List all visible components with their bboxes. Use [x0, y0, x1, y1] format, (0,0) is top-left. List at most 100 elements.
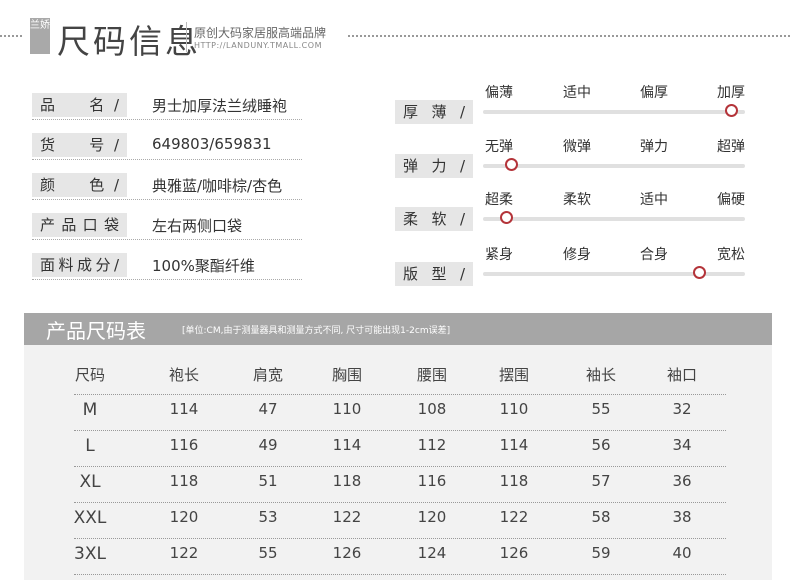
slider-option: 偏薄: [485, 85, 513, 101]
slider-option: 无弹: [485, 139, 513, 155]
property-slider-row: 弹力/无弹 微弹 弹力 超弹: [395, 139, 755, 184]
info-label: 颜 色/: [32, 173, 127, 197]
slider-option: 柔软: [563, 192, 591, 208]
slider-label: 柔软/: [395, 207, 473, 231]
table-cell: 114: [169, 400, 199, 418]
table-cell: 118: [332, 472, 362, 490]
table-cell: 56: [591, 436, 611, 454]
table-cell: 122: [499, 508, 529, 526]
table-cell: 118: [169, 472, 199, 490]
brand-tagline: 原创大码家居服高端品牌: [194, 26, 327, 40]
size-table-header-band: 产品尺码表 [单位:CM,由于测量器具和测量方式不同, 尺寸可能出现1-2cm误…: [24, 313, 772, 345]
table-cell: 47: [258, 400, 278, 418]
table-row: M 114 47 110 108 110 55 32: [74, 394, 726, 431]
slider-track: [483, 211, 745, 224]
column-header: 袖长: [585, 366, 616, 384]
info-value: 100%聚酯纤维: [152, 257, 255, 275]
table-cell: 118: [499, 472, 529, 490]
info-row: 货 号/649803/659831: [32, 133, 302, 163]
table-row: 3XL 122 55 126 124 126 59 40: [74, 538, 726, 575]
table-cell: 36: [672, 472, 692, 490]
table-cell: 122: [332, 508, 362, 526]
column-header: 袍长: [168, 366, 199, 384]
table-cell: L: [85, 436, 95, 456]
info-label: 产品口袋: [32, 213, 127, 237]
dotted-divider: [32, 159, 302, 160]
slider-track: [483, 104, 745, 117]
info-row: 面料成分/100%聚酯纤维: [32, 253, 302, 283]
title-separator: [186, 22, 187, 52]
slider-option: 修身: [563, 247, 591, 263]
header-divider: [0, 35, 22, 37]
dotted-divider: [32, 199, 302, 200]
table-cell: 38: [672, 508, 692, 526]
table-cell: 34: [672, 436, 692, 454]
header-divider: [348, 35, 790, 37]
brand-logo: 兰娇: [30, 18, 50, 54]
info-value: 典雅蓝/咖啡棕/杏色: [152, 177, 283, 195]
table-cell: 126: [332, 544, 362, 562]
table-row: XXL 120 53 122 120 122 58 38: [74, 502, 726, 539]
slider-option: 适中: [640, 192, 668, 208]
slider-option: 偏厚: [640, 85, 668, 101]
table-cell: M: [82, 400, 98, 420]
info-value: 左右两侧口袋: [152, 217, 243, 235]
slider-track: [483, 266, 745, 279]
table-cell: 126: [499, 544, 529, 562]
slider-option: 合身: [640, 247, 668, 263]
slider-label: 厚薄/: [395, 100, 473, 124]
slider-track: [483, 158, 745, 171]
column-header: 摆围: [498, 366, 529, 384]
column-header: 尺码: [74, 366, 105, 384]
slider-option: 加厚: [717, 85, 745, 101]
slider-knob: [504, 158, 518, 171]
table-header-row: 尺码 袍长 肩宽 胸围 腰围 摆围 袖长 袖口: [74, 358, 726, 395]
slider-option: 适中: [563, 85, 591, 101]
info-label: 品 名/: [32, 93, 127, 117]
info-row: 品 名/男士加厚法兰绒睡袍: [32, 93, 302, 123]
column-header: 腰围: [416, 366, 447, 384]
table-cell: 124: [417, 544, 447, 562]
slider-knob: [499, 211, 513, 224]
size-table-note: [单位:CM,由于测量器具和测量方式不同, 尺寸可能出现1-2cm误差]: [182, 326, 451, 336]
info-value: 649803/659831: [152, 135, 272, 153]
store-url: HTTP://LANDUNY.TMALL.COM: [194, 41, 322, 50]
table-cell: 108: [417, 400, 447, 418]
table-cell: 116: [169, 436, 199, 454]
table-cell: 122: [169, 544, 199, 562]
table-cell: 58: [591, 508, 611, 526]
table-cell: 116: [417, 472, 447, 490]
size-table-title: 产品尺码表: [46, 319, 146, 343]
dotted-divider: [32, 279, 302, 280]
slider-option: 弹力: [640, 139, 668, 155]
dotted-divider: [32, 239, 302, 240]
table-cell: 57: [591, 472, 611, 490]
table-cell: XL: [79, 472, 101, 492]
table-cell: 114: [332, 436, 362, 454]
slider-option: 微弹: [563, 139, 591, 155]
table-cell: XXL: [73, 508, 107, 528]
info-value: 男士加厚法兰绒睡袍: [152, 97, 288, 115]
table-cell: 112: [417, 436, 447, 454]
column-header: 袖口: [666, 366, 697, 384]
table-cell: 59: [591, 544, 611, 562]
table-cell: 32: [672, 400, 692, 418]
slider-option: 超弹: [717, 139, 745, 155]
info-label: 面料成分/: [32, 253, 127, 277]
table-cell: 120: [169, 508, 199, 526]
info-row: 颜 色/典雅蓝/咖啡棕/杏色: [32, 173, 302, 203]
property-slider-row: 柔软/超柔 柔软 适中 偏硬: [395, 192, 755, 237]
table-cell: 114: [499, 436, 529, 454]
slider-option: 超柔: [485, 192, 513, 208]
table-row: XL 118 51 118 116 118 57 36: [74, 466, 726, 503]
property-slider-row: 厚薄/偏薄 适中 偏厚 加厚: [395, 85, 755, 130]
slider-knob: [724, 104, 738, 117]
info-row: 产品口袋 左右两侧口袋: [32, 213, 302, 243]
table-cell: 110: [499, 400, 529, 418]
slider-label: 弹力/: [395, 154, 473, 178]
dotted-divider: [32, 119, 302, 120]
table-cell: 3XL: [74, 544, 106, 564]
table-cell: 120: [417, 508, 447, 526]
table-cell: 53: [258, 508, 278, 526]
table-cell: 40: [672, 544, 692, 562]
